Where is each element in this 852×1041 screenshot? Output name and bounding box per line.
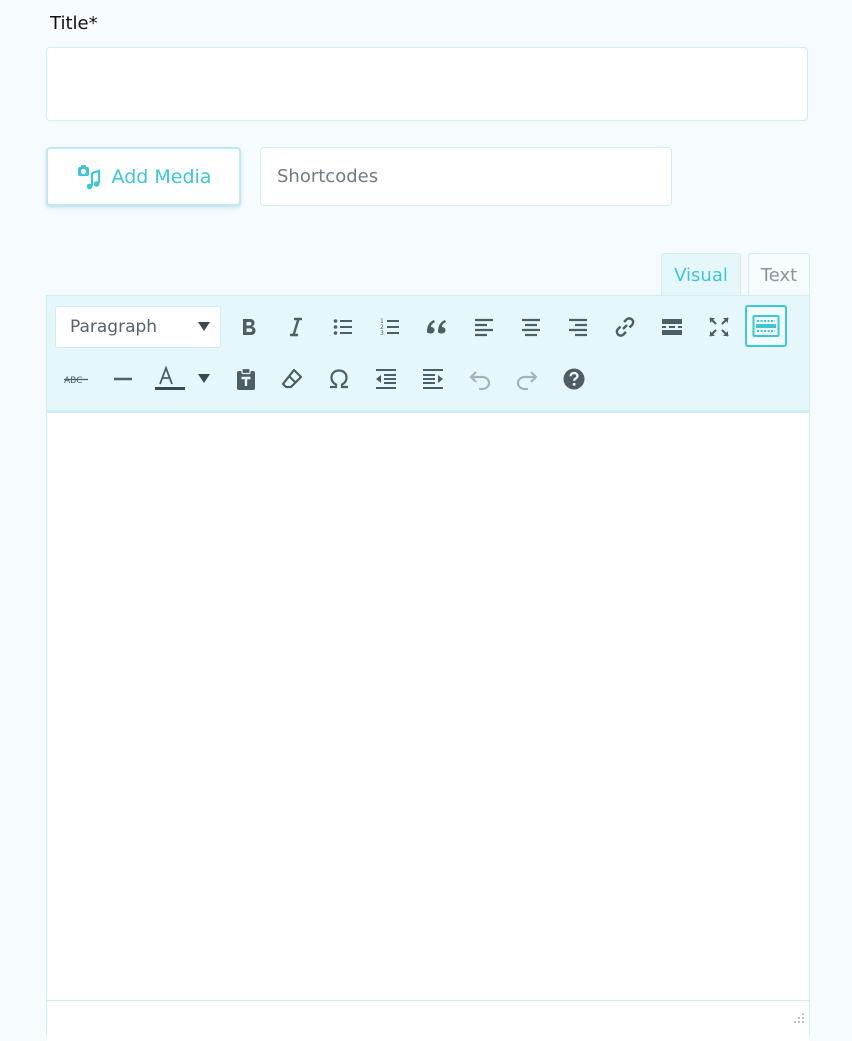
undo-button[interactable] [460,359,500,399]
horizontal-line-button[interactable] [103,359,143,399]
bold-icon [243,319,256,335]
redo-icon [516,371,538,391]
tab-visual[interactable]: Visual [661,253,741,297]
italic-icon [290,317,302,337]
bullet-list-icon [333,319,352,335]
format-select[interactable]: Paragraph [55,306,221,348]
add-media-label: Add Media [111,165,212,188]
bold-button[interactable] [229,307,269,347]
toolbar-toggle-button[interactable] [745,305,787,347]
paste-as-text-button[interactable] [226,359,266,399]
fullscreen-icon [709,317,729,337]
kitchen-sink-icon [752,315,780,337]
fullscreen-button[interactable] [699,307,739,347]
editor-statusbar [47,1000,809,1041]
omega-icon [330,369,348,389]
align-center-button[interactable] [511,307,551,347]
strikethrough-icon: ABC [64,376,88,386]
tab-text[interactable]: Text [748,253,810,296]
numbered-list-button[interactable]: 1 2 3 [370,307,410,347]
numbered-list-icon: 1 2 3 [380,318,399,337]
align-left-button[interactable] [464,307,504,347]
align-right-icon [569,318,587,337]
svg-text:ABC: ABC [64,376,82,386]
help-icon [563,368,585,390]
chevron-down-icon [198,322,210,331]
indent-icon [423,369,443,389]
svg-text:3: 3 [380,330,384,337]
align-right-button[interactable] [558,307,598,347]
strikethrough-button[interactable]: ABC [56,359,96,399]
outdent-icon [376,369,396,389]
italic-button[interactable] [276,307,316,347]
indent-button[interactable] [413,359,453,399]
outdent-button[interactable] [366,359,406,399]
editor-content-area[interactable] [47,413,809,1001]
insert-link-button[interactable] [605,307,645,347]
title-input[interactable] [46,47,808,121]
add-media-button[interactable]: Add Media [46,147,241,206]
special-character-button[interactable] [319,359,359,399]
blockquote-icon [427,320,446,334]
horizontal-line-icon [114,377,132,381]
bullet-list-button[interactable] [323,307,363,347]
paste-text-icon [237,367,255,390]
editor-toolbar: Paragraph 1 2 3 ABC [47,296,809,413]
eraser-icon [281,368,303,389]
shortcodes-label: Shortcodes [277,166,379,187]
resize-handle-icon[interactable] [793,1009,805,1023]
text-color-button[interactable] [150,359,212,399]
format-select-value: Paragraph [70,317,158,337]
align-center-icon [522,318,540,337]
read-more-icon [662,319,682,335]
redo-button[interactable] [507,359,547,399]
undo-icon [469,371,491,391]
add-media-icon [76,164,102,190]
shortcodes-dropdown[interactable]: Shortcodes [260,147,672,206]
blockquote-button[interactable] [417,307,457,347]
text-color-icon [155,366,210,390]
clear-formatting-button[interactable] [272,359,312,399]
read-more-button[interactable] [652,307,692,347]
link-icon [615,317,635,337]
content-editor: Paragraph 1 2 3 ABC [46,295,810,1041]
help-button[interactable] [554,359,594,399]
align-left-icon [475,318,493,337]
title-label: Title* [50,13,98,34]
